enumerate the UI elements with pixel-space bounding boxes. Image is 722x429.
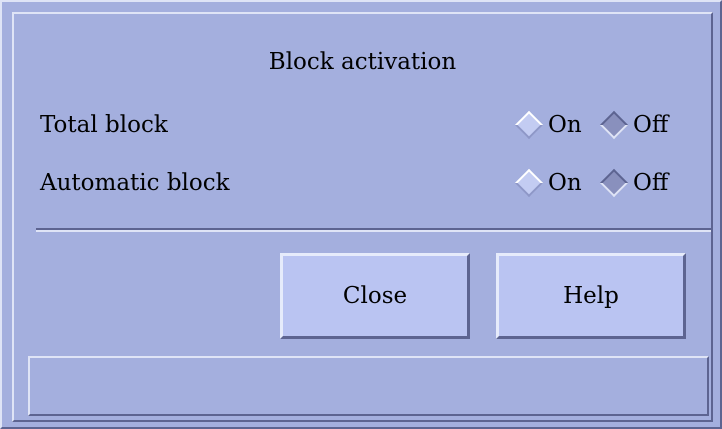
total-block-off-label[interactable]: Off [633, 114, 668, 137]
automatic-block-on-label[interactable]: On [548, 172, 582, 195]
automatic-block-on-radio-icon[interactable] [514, 168, 544, 198]
total-block-label: Total block [40, 112, 168, 138]
automatic-block-label: Automatic block [40, 170, 230, 196]
automatic-block-off-radio-icon[interactable] [599, 168, 629, 198]
total-block-off-radio-icon[interactable] [599, 110, 629, 140]
close-button[interactable]: Close [280, 253, 470, 339]
block-activation-panel: Block activation Total block On Off Auto… [12, 12, 713, 422]
dialog-window: Block activation Total block On Off Auto… [0, 0, 722, 429]
total-block-on-label[interactable]: On [548, 114, 582, 137]
separator [36, 228, 711, 232]
total-block-on-radio-icon[interactable] [514, 110, 544, 140]
status-bar [28, 356, 709, 416]
dialog-title: Block activation [268, 49, 457, 75]
automatic-block-off-label[interactable]: Off [633, 172, 668, 195]
help-button[interactable]: Help [496, 253, 686, 339]
